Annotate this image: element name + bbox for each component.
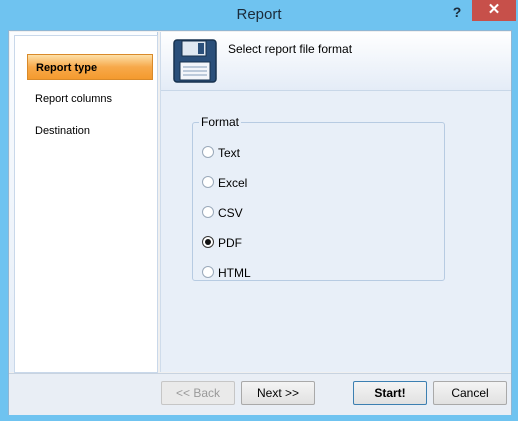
sidebar-item-label: Destination — [35, 125, 91, 137]
next-button[interactable]: Next >> — [241, 381, 315, 405]
radio-label: HTML — [218, 266, 251, 280]
radio-label: Text — [218, 146, 241, 160]
radio-label: CSV — [218, 206, 243, 220]
report-dialog: Report ? ✕ Report type Report columns De… — [0, 0, 518, 421]
cancel-button[interactable]: Cancel — [433, 381, 507, 405]
wizard-sidebar: Report type Report columns Destination — [10, 32, 158, 373]
dialog-client-area: Report type Report columns Destination S… — [8, 30, 512, 415]
sidebar-item-label: Report columns — [35, 93, 113, 105]
format-legend: Format — [201, 115, 240, 129]
step-header: Select report file format — [161, 32, 511, 91]
wizard-content: Select report file format Format Text Ex… — [160, 32, 511, 372]
sidebar-item-report-type[interactable]: Report type — [27, 54, 153, 80]
radio-label: Excel — [218, 176, 248, 190]
title-bar[interactable]: Report ? ✕ — [0, 0, 518, 30]
close-button[interactable]: ✕ — [472, 0, 516, 21]
start-button[interactable]: Start! — [353, 381, 427, 405]
help-button[interactable]: ? — [446, 3, 468, 21]
sidebar-item-report-columns[interactable]: Report columns — [27, 86, 153, 112]
radio-button-selected[interactable] — [202, 236, 214, 248]
format-groupbox: Format Text Excel CSV PDF HTML — [192, 115, 445, 281]
radio-label: PDF — [218, 236, 242, 250]
window-title: Report — [236, 6, 282, 23]
radio-button[interactable] — [202, 146, 214, 158]
radio-button[interactable] — [202, 266, 214, 278]
button-bar: << Back Next >> Start! Cancel — [9, 373, 511, 415]
sidebar-item-label: Report type — [36, 62, 98, 74]
sidebar-item-destination[interactable]: Destination — [27, 118, 153, 144]
step-body: Format Text Excel CSV PDF HTML — [161, 91, 511, 372]
radio-button[interactable] — [202, 206, 214, 218]
back-button[interactable]: << Back — [161, 381, 235, 405]
step-title: Select report file format — [228, 42, 353, 56]
radio-button[interactable] — [202, 176, 214, 188]
floppy-disk-icon — [173, 39, 217, 83]
